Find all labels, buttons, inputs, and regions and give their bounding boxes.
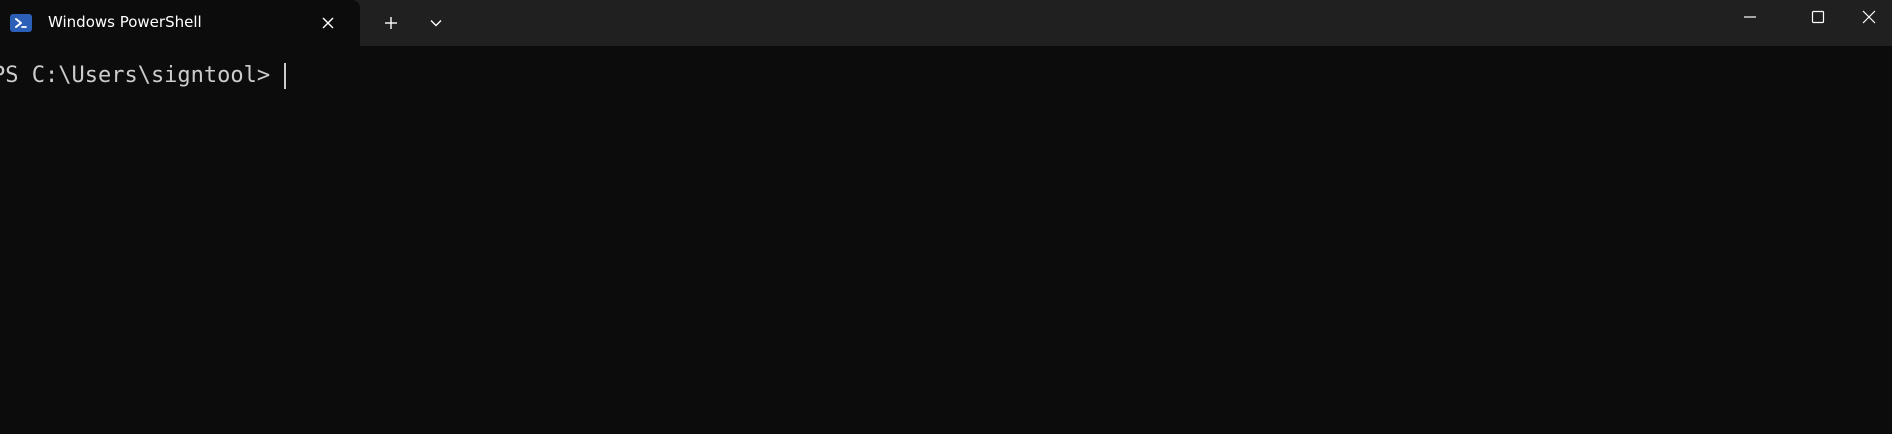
minimize-icon[interactable] (1722, 0, 1778, 34)
terminal-window: Windows PowerShell PS C:\Users\signtool> (0, 0, 1892, 434)
title-bar: Windows PowerShell (0, 0, 1892, 46)
maximize-icon[interactable] (1790, 0, 1846, 34)
plus-icon[interactable] (376, 8, 406, 38)
text-cursor (284, 63, 287, 89)
powershell-icon (10, 14, 32, 32)
prompt-text: PS C:\Users\signtool> (0, 63, 271, 88)
tab-windows-powershell[interactable]: Windows PowerShell (0, 0, 360, 46)
tab-title: Windows PowerShell (48, 13, 202, 31)
close-tab-icon[interactable] (314, 9, 342, 37)
chevron-down-icon[interactable] (422, 8, 450, 38)
close-icon[interactable] (1862, 0, 1892, 34)
prompt-line: PS C:\Users\signtool> (0, 62, 287, 90)
terminal-output[interactable]: PS C:\Users\signtool> (0, 46, 1892, 434)
